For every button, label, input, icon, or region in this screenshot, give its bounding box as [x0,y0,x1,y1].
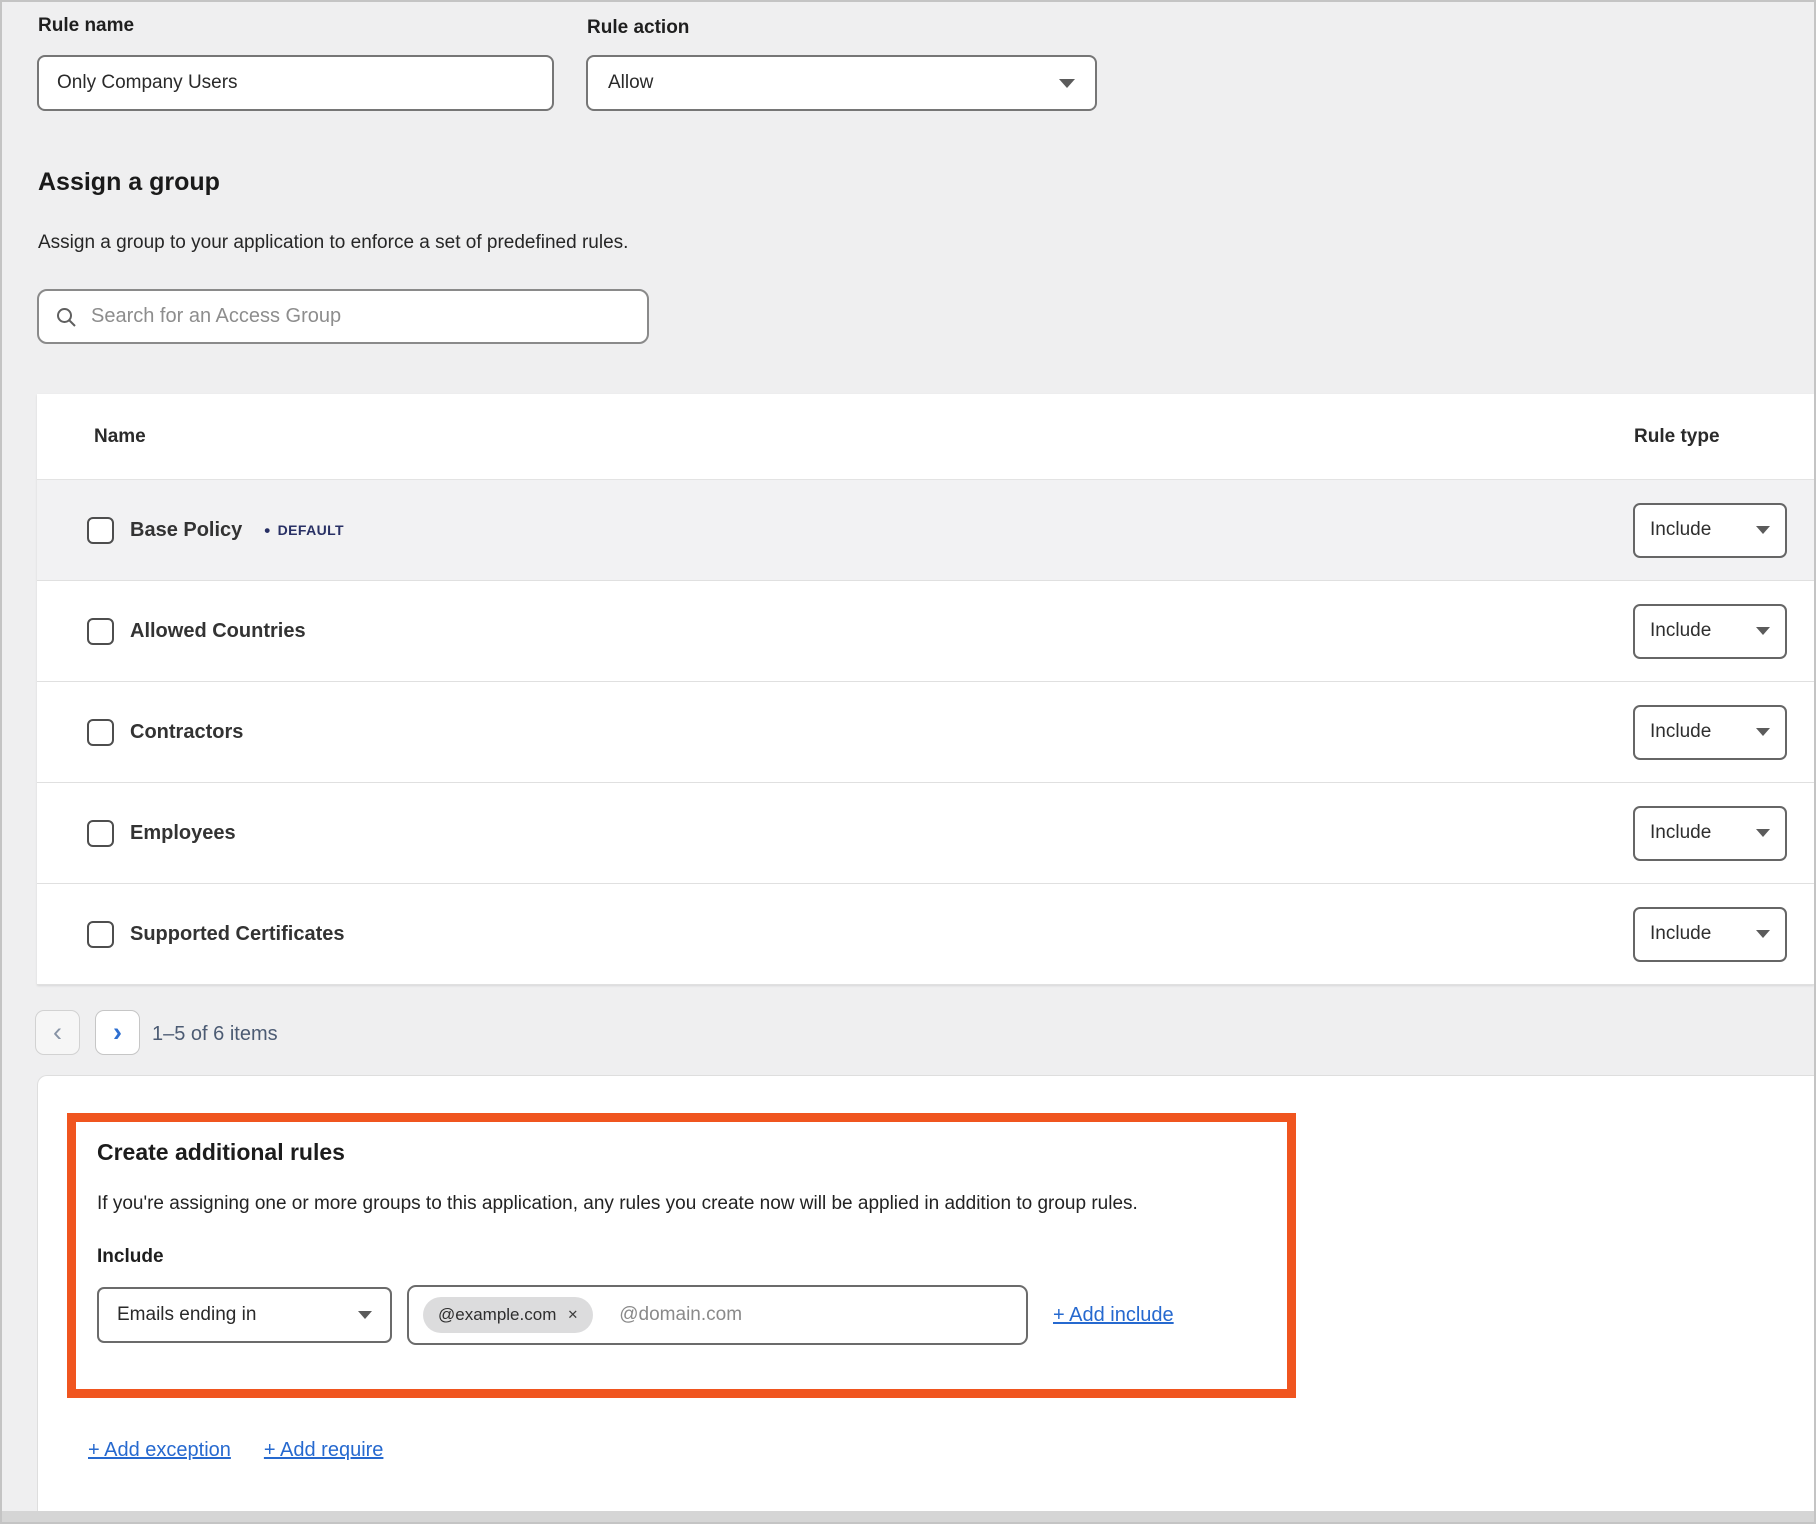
chevron-down-icon [1059,79,1075,88]
condition-value: Emails ending in [117,1304,256,1326]
row-checkbox[interactable] [87,719,114,746]
assign-group-heading: Assign a group [38,168,220,197]
add-include-link[interactable]: + Add include [1053,1304,1174,1327]
condition-select[interactable]: Emails ending in [97,1287,392,1343]
badge-label: DEFAULT [278,522,344,538]
table-row: Base Policy • DEFAULT Include [37,480,1814,581]
column-header-rule-type: Rule type [1634,426,1720,448]
chevron-down-icon [1756,627,1770,635]
rule-type-value: Include [1650,721,1711,743]
rule-action-label: Rule action [587,17,689,39]
table-header: Name Rule type [37,394,1814,480]
remove-tag-icon[interactable]: ✕ [567,1307,578,1323]
pagination-next-button[interactable]: › [95,1010,140,1055]
add-require-link[interactable]: + Add require [264,1439,384,1462]
row-checkbox[interactable] [87,517,114,544]
row-name: Supported Certificates [130,923,344,946]
rule-action-value: Allow [608,72,653,94]
table-row: Allowed Countries Include [37,581,1814,682]
rule-name-label: Rule name [38,15,134,37]
table-row: Contractors Include [37,682,1814,783]
search-icon [55,306,77,328]
chevron-left-icon: ‹ [53,1019,62,1046]
access-rule-form-page: Rule name Rule action Allow Assign a gro… [0,0,1816,1524]
include-label: Include [97,1246,1266,1268]
row-name: Base Policy [130,519,242,542]
row-checkbox[interactable] [87,921,114,948]
additional-rules-heading: Create additional rules [97,1139,1266,1166]
chevron-right-icon: › [113,1019,122,1046]
row-checkbox[interactable] [87,618,114,645]
row-checkbox[interactable] [87,820,114,847]
rule-type-select[interactable]: Include [1633,604,1787,659]
row-name: Employees [130,822,236,845]
rule-action-select[interactable]: Allow [586,55,1097,111]
add-exception-link[interactable]: + Add exception [88,1439,231,1462]
rule-type-select[interactable]: Include [1633,907,1787,962]
pagination-prev-button[interactable]: ‹ [35,1010,80,1055]
badge-bullet: • [264,522,270,539]
rule-type-select[interactable]: Include [1633,705,1787,760]
rule-type-value: Include [1650,923,1711,945]
table-row: Employees Include [37,783,1814,884]
rule-name-field [37,55,554,111]
access-group-table: Name Rule type Base Policy • DEFAULT Inc… [37,394,1814,985]
access-group-search [37,289,649,344]
include-rule-controls: Emails ending in @example.com ✕ + Add in… [97,1285,1266,1345]
email-domain-field: @example.com ✕ [407,1285,1028,1345]
rule-type-select[interactable]: Include [1633,806,1787,861]
chevron-down-icon [1756,728,1770,736]
rule-type-select[interactable]: Include [1633,503,1787,558]
rule-name-input[interactable] [39,57,552,109]
rule-type-value: Include [1650,822,1711,844]
row-name: Allowed Countries [130,620,306,643]
rule-type-value: Include [1650,620,1711,642]
footer-links: + Add exception + Add require [88,1439,383,1462]
create-additional-rules-highlight: Create additional rules If you're assign… [67,1113,1296,1398]
column-header-name: Name [94,426,146,448]
additional-rules-description: If you're assigning one or more groups t… [97,1193,1266,1215]
chevron-down-icon [1756,829,1770,837]
chevron-down-icon [1756,526,1770,534]
chevron-down-icon [1756,930,1770,938]
rule-type-value: Include [1650,519,1711,541]
horizontal-scrollbar[interactable] [2,1511,1814,1522]
row-name: Contractors [130,721,243,744]
tag-label: @example.com [438,1305,556,1325]
table-row: Supported Certificates Include [37,884,1814,985]
default-badge: • DEFAULT [264,522,344,539]
search-input[interactable] [91,305,631,328]
email-domain-input[interactable] [619,1304,1012,1326]
assign-group-description: Assign a group to your application to en… [38,232,628,254]
chevron-down-icon [358,1311,372,1319]
pagination-items-label: 1–5 of 6 items [152,1023,278,1046]
email-domain-tag: @example.com ✕ [423,1297,593,1333]
